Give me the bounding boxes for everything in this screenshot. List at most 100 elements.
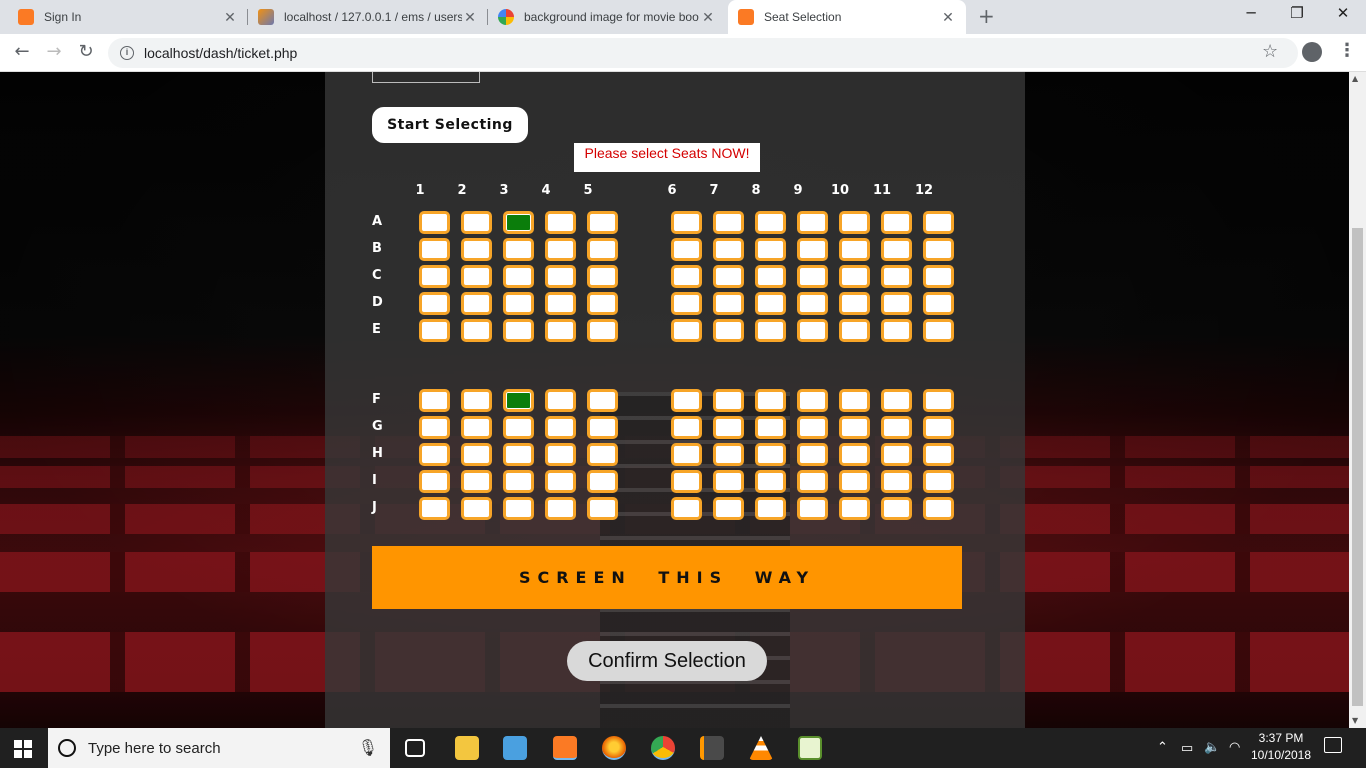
- taskbar-search[interactable]: Type here to search 🎙: [48, 728, 390, 768]
- seat-checkbox-G10[interactable]: [839, 416, 870, 439]
- seat-checkbox-J10[interactable]: [839, 497, 870, 520]
- windows-start-icon[interactable]: [14, 740, 32, 758]
- seat-checkbox-D12[interactable]: [923, 292, 954, 315]
- seat-checkbox-C11[interactable]: [881, 265, 912, 288]
- reload-icon[interactable]: ↻: [74, 41, 98, 62]
- seat-checkbox-H6[interactable]: [671, 443, 702, 466]
- seat-checkbox-A9[interactable]: [797, 211, 828, 234]
- scroll-up-arrow-icon[interactable]: ▲: [1352, 74, 1358, 83]
- seat-checkbox-C1[interactable]: [419, 265, 450, 288]
- firefox-icon[interactable]: [602, 736, 626, 760]
- seat-checkbox-B10[interactable]: [839, 238, 870, 261]
- seat-checkbox-H12[interactable]: [923, 443, 954, 466]
- new-tab-button[interactable]: +: [978, 5, 995, 27]
- seat-checkbox-D5[interactable]: [587, 292, 618, 315]
- seat-checkbox-D4[interactable]: [545, 292, 576, 315]
- seat-checkbox-D2[interactable]: [461, 292, 492, 315]
- seat-checkbox-E1[interactable]: [419, 319, 450, 342]
- seat-checkbox-E8[interactable]: [755, 319, 786, 342]
- seat-checkbox-A2[interactable]: [461, 211, 492, 234]
- seat-checkbox-B8[interactable]: [755, 238, 786, 261]
- seat-checkbox-A11[interactable]: [881, 211, 912, 234]
- seat-checkbox-C6[interactable]: [671, 265, 702, 288]
- seat-checkbox-F6[interactable]: [671, 389, 702, 412]
- seat-checkbox-G12[interactable]: [923, 416, 954, 439]
- file-explorer-icon[interactable]: [455, 736, 479, 760]
- seat-checkbox-E6[interactable]: [671, 319, 702, 342]
- seat-checkbox-C4[interactable]: [545, 265, 576, 288]
- seat-checkbox-H1[interactable]: [419, 443, 450, 466]
- start-selecting-button[interactable]: Start Selecting: [372, 107, 528, 143]
- tab-phpmyadmin[interactable]: localhost / 127.0.0.1 / ems / users ✕: [248, 0, 488, 34]
- seat-checkbox-F5[interactable]: [587, 389, 618, 412]
- seat-checkbox-C2[interactable]: [461, 265, 492, 288]
- seat-checkbox-J4[interactable]: [545, 497, 576, 520]
- address-bar[interactable]: i localhost/dash/ticket.php: [108, 38, 1298, 68]
- volume-icon[interactable]: 🔈: [1204, 739, 1220, 755]
- seat-checkbox-C9[interactable]: [797, 265, 828, 288]
- profile-avatar-icon[interactable]: [1302, 42, 1322, 62]
- seat-checkbox-H11[interactable]: [881, 443, 912, 466]
- seat-checkbox-G3[interactable]: [503, 416, 534, 439]
- seat-checkbox-B4[interactable]: [545, 238, 576, 261]
- seat-checkbox-F12[interactable]: [923, 389, 954, 412]
- seat-checkbox-H5[interactable]: [587, 443, 618, 466]
- notepad-icon[interactable]: [798, 736, 822, 760]
- seat-checkbox-I1[interactable]: [419, 470, 450, 493]
- seat-checkbox-H8[interactable]: [755, 443, 786, 466]
- seat-checkbox-B11[interactable]: [881, 238, 912, 261]
- bookmark-star-icon[interactable]: ☆: [1262, 41, 1278, 62]
- seat-checkbox-F8[interactable]: [755, 389, 786, 412]
- seat-checkbox-J12[interactable]: [923, 497, 954, 520]
- show-hidden-icons-chevron-icon[interactable]: ⌃: [1157, 739, 1168, 755]
- seat-checkbox-H3[interactable]: [503, 443, 534, 466]
- seat-checkbox-A5[interactable]: [587, 211, 618, 234]
- info-icon[interactable]: i: [120, 46, 134, 60]
- wifi-icon[interactable]: ◠: [1229, 739, 1240, 755]
- seat-checkbox-D6[interactable]: [671, 292, 702, 315]
- seat-checkbox-I5[interactable]: [587, 470, 618, 493]
- input-box-partial[interactable]: [372, 72, 480, 83]
- close-tab-icon[interactable]: ✕: [940, 9, 956, 26]
- seat-checkbox-C5[interactable]: [587, 265, 618, 288]
- seat-checkbox-B1[interactable]: [419, 238, 450, 261]
- seat-checkbox-F2[interactable]: [461, 389, 492, 412]
- seat-checkbox-J7[interactable]: [713, 497, 744, 520]
- seat-checkbox-G8[interactable]: [755, 416, 786, 439]
- task-view-icon[interactable]: [405, 739, 425, 757]
- seat-checkbox-C3[interactable]: [503, 265, 534, 288]
- seat-checkbox-E11[interactable]: [881, 319, 912, 342]
- seat-checkbox-J9[interactable]: [797, 497, 828, 520]
- chrome-icon[interactable]: [651, 736, 675, 760]
- seat-checkbox-B12[interactable]: [923, 238, 954, 261]
- seat-checkbox-F11[interactable]: [881, 389, 912, 412]
- seat-checkbox-A3[interactable]: [503, 211, 534, 234]
- seat-checkbox-I4[interactable]: [545, 470, 576, 493]
- seat-checkbox-I10[interactable]: [839, 470, 870, 493]
- seat-checkbox-B3[interactable]: [503, 238, 534, 261]
- seat-checkbox-A8[interactable]: [755, 211, 786, 234]
- seat-checkbox-E5[interactable]: [587, 319, 618, 342]
- seat-checkbox-E4[interactable]: [545, 319, 576, 342]
- xampp-icon[interactable]: [553, 736, 577, 760]
- seat-checkbox-C7[interactable]: [713, 265, 744, 288]
- close-tab-icon[interactable]: ✕: [700, 9, 716, 26]
- seat-checkbox-C12[interactable]: [923, 265, 954, 288]
- seat-checkbox-F9[interactable]: [797, 389, 828, 412]
- close-tab-icon[interactable]: ✕: [462, 9, 478, 26]
- seat-checkbox-H2[interactable]: [461, 443, 492, 466]
- tab-seat-selection[interactable]: Seat Selection ✕: [728, 0, 966, 34]
- seat-checkbox-G5[interactable]: [587, 416, 618, 439]
- seat-checkbox-A6[interactable]: [671, 211, 702, 234]
- seat-checkbox-A1[interactable]: [419, 211, 450, 234]
- seat-checkbox-A10[interactable]: [839, 211, 870, 234]
- seat-checkbox-E9[interactable]: [797, 319, 828, 342]
- seat-checkbox-G2[interactable]: [461, 416, 492, 439]
- seat-checkbox-E10[interactable]: [839, 319, 870, 342]
- seat-checkbox-D8[interactable]: [755, 292, 786, 315]
- scrollbar-thumb[interactable]: [1352, 228, 1363, 706]
- close-window-button[interactable]: ✕: [1331, 4, 1355, 22]
- seat-checkbox-F4[interactable]: [545, 389, 576, 412]
- seat-checkbox-A7[interactable]: [713, 211, 744, 234]
- seat-checkbox-A4[interactable]: [545, 211, 576, 234]
